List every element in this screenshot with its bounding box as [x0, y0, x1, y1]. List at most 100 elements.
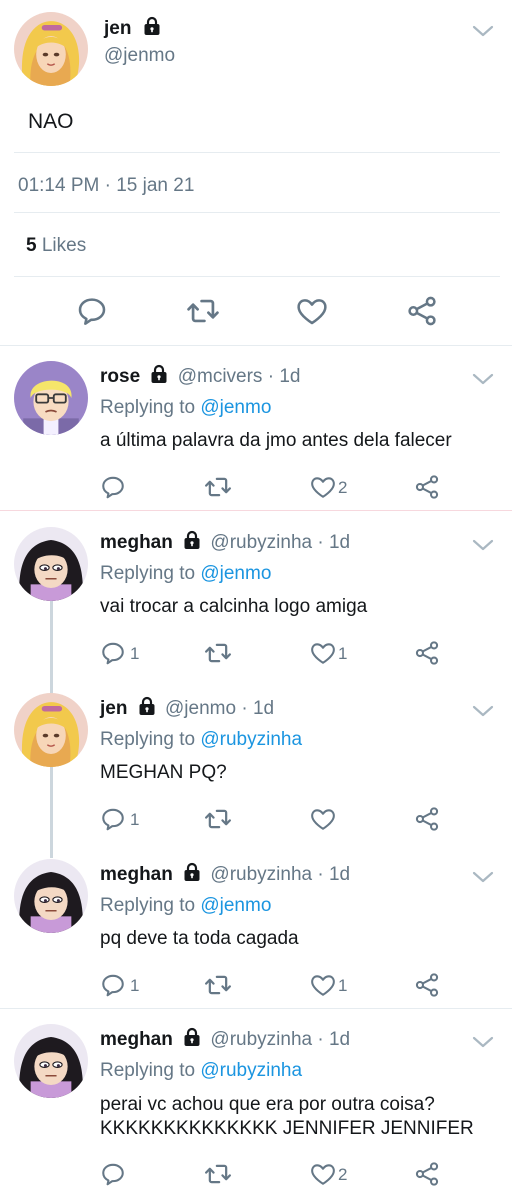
like-icon[interactable]	[310, 806, 336, 832]
reply-time: · 1d	[267, 366, 301, 387]
replying-prefix: Replying to	[100, 895, 196, 916]
tweet-timestamp[interactable]: 01:14 PM · 15 jan 21	[18, 175, 194, 197]
replying-handle[interactable]: @jenmo	[200, 895, 271, 916]
replying-to: Replying to @jenmo	[100, 397, 271, 419]
tweet-text: NAO	[28, 110, 74, 133]
like-icon[interactable]	[310, 474, 336, 500]
reply-time: · 1d	[317, 1029, 351, 1050]
reply-tweet[interactable]: jen @jenmo · 1d Replying to @rubyzinha M…	[0, 678, 512, 842]
like-count: 2	[338, 1165, 348, 1184]
replying-handle[interactable]: @rubyzinha	[200, 1060, 302, 1081]
author-name[interactable]: rose	[100, 366, 140, 387]
reply-tweet[interactable]: meghan @rubyzinha · 1d Replying to @jenm…	[0, 512, 512, 676]
chevron-down-icon[interactable]	[472, 1035, 494, 1049]
lock-icon	[182, 1027, 202, 1047]
author-name[interactable]: jen	[100, 698, 127, 719]
share-icon[interactable]	[414, 474, 440, 500]
avatar[interactable]	[14, 527, 88, 601]
reply-count: 1	[130, 644, 140, 663]
replying-prefix: Replying to	[100, 729, 196, 750]
author-name[interactable]: meghan	[100, 532, 173, 553]
reply-count: 1	[130, 810, 140, 829]
replying-handle[interactable]: @rubyzinha	[200, 729, 302, 750]
author-name[interactable]: meghan	[100, 864, 173, 885]
likes-summary[interactable]: 5 Likes	[26, 235, 86, 257]
reply-header: jen @jenmo · 1d	[100, 696, 274, 720]
author-handle[interactable]: @jenmo	[104, 45, 175, 67]
lock-icon	[142, 16, 162, 36]
retweet-icon[interactable]	[186, 294, 220, 328]
avatar[interactable]	[14, 361, 88, 435]
retweet-icon[interactable]	[204, 473, 232, 501]
reply-icon[interactable]	[100, 972, 126, 998]
author-handle[interactable]: @jenmo	[165, 698, 236, 719]
lock-icon	[149, 364, 169, 384]
like-icon[interactable]	[296, 295, 328, 327]
replying-to: Replying to @rubyzinha	[100, 729, 302, 751]
like-count: 1	[338, 644, 348, 663]
reply-icon[interactable]	[76, 295, 108, 327]
replying-to: Replying to @jenmo	[100, 563, 271, 585]
share-icon[interactable]	[414, 1161, 440, 1187]
reply-text: vai trocar a calcinha logo amiga	[100, 596, 368, 617]
reply-tweet[interactable]: meghan @rubyzinha · 1d Replying to @ruby…	[0, 1009, 512, 1199]
reply-header: meghan @rubyzinha · 1d	[100, 1027, 350, 1051]
chevron-down-icon[interactable]	[472, 538, 494, 552]
author-handle[interactable]: @mcivers	[178, 366, 263, 387]
divider	[14, 276, 500, 277]
reply-text: pq deve ta toda cagada	[100, 928, 299, 949]
replying-to: Replying to @rubyzinha	[100, 1060, 302, 1082]
reply-text: KKKKKKKKKKKKKK JENNIFER JENNIFER	[100, 1118, 474, 1139]
reply-header: meghan @rubyzinha · 1d	[100, 862, 350, 886]
reply-time: · 1d	[317, 532, 351, 553]
author-handle[interactable]: @rubyzinha	[210, 532, 312, 553]
avatar[interactable]	[14, 12, 88, 86]
retweet-icon[interactable]	[204, 971, 232, 999]
avatar[interactable]	[14, 1024, 88, 1098]
avatar[interactable]	[14, 859, 88, 933]
chevron-down-icon[interactable]	[472, 870, 494, 884]
reply-tweet[interactable]: rose @mcivers · 1d Replying to @jenmo a …	[0, 346, 512, 510]
share-icon[interactable]	[414, 640, 440, 666]
like-count: 1	[338, 976, 348, 995]
replying-handle[interactable]: @jenmo	[200, 563, 271, 584]
reply-icon[interactable]	[100, 1161, 126, 1187]
likes-label: Likes	[41, 235, 87, 256]
replying-handle[interactable]: @jenmo	[200, 397, 271, 418]
reply-icon[interactable]	[100, 474, 126, 500]
replying-prefix: Replying to	[100, 563, 196, 584]
reply-icon[interactable]	[100, 640, 126, 666]
reply-icon[interactable]	[100, 806, 126, 832]
like-icon[interactable]	[310, 972, 336, 998]
divider	[14, 212, 500, 213]
reply-count: 1	[130, 976, 140, 995]
like-icon[interactable]	[310, 640, 336, 666]
lock-icon	[182, 862, 202, 882]
chevron-down-icon[interactable]	[472, 704, 494, 718]
like-count: 2	[338, 478, 348, 497]
avatar[interactable]	[14, 693, 88, 767]
replying-to: Replying to @jenmo	[100, 895, 271, 917]
reply-text: a última palavra da jmo antes dela falec…	[100, 430, 452, 451]
retweet-icon[interactable]	[204, 805, 232, 833]
divider	[0, 510, 512, 511]
reply-tweet[interactable]: meghan @rubyzinha · 1d Replying to @jenm…	[0, 844, 512, 1008]
reply-header: rose @mcivers · 1d	[100, 364, 300, 388]
like-icon[interactable]	[310, 1161, 336, 1187]
author-name[interactable]: meghan	[100, 1029, 173, 1050]
author-handle[interactable]: @rubyzinha	[210, 1029, 312, 1050]
chevron-down-icon[interactable]	[472, 372, 494, 386]
retweet-icon[interactable]	[204, 1160, 232, 1188]
chevron-down-icon[interactable]	[472, 24, 494, 38]
reply-time: · 1d	[241, 698, 275, 719]
author-name: jen	[104, 18, 132, 39]
main-author[interactable]: jen	[104, 16, 162, 40]
reply-time: · 1d	[317, 864, 351, 885]
share-icon[interactable]	[406, 295, 438, 327]
share-icon[interactable]	[414, 806, 440, 832]
likes-count: 5	[26, 235, 37, 256]
retweet-icon[interactable]	[204, 639, 232, 667]
author-handle[interactable]: @rubyzinha	[210, 864, 312, 885]
reply-header: meghan @rubyzinha · 1d	[100, 530, 350, 554]
share-icon[interactable]	[414, 972, 440, 998]
